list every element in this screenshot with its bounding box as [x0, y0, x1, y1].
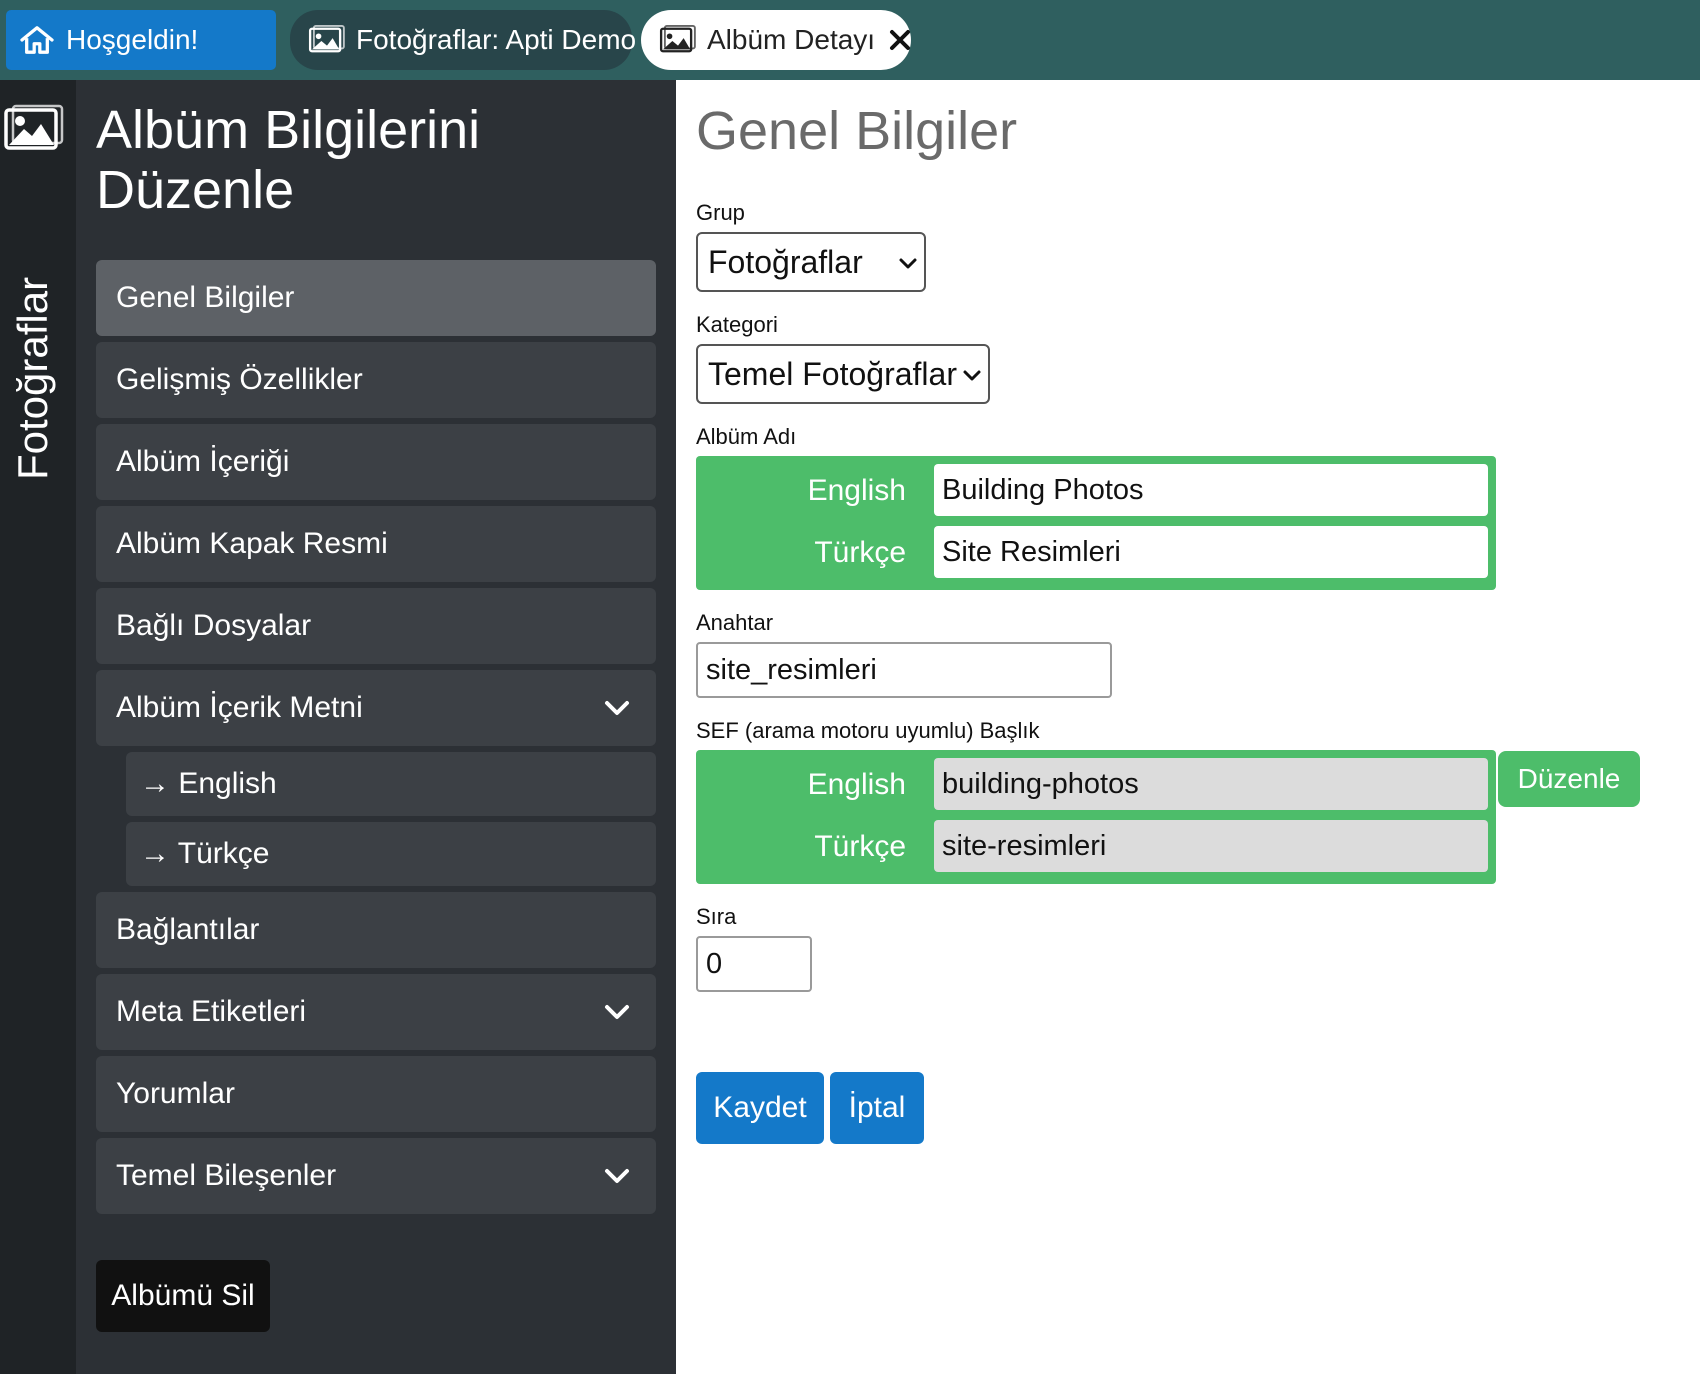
album-name-group: English Building Photos Türkçe Site Resi… — [696, 456, 1496, 590]
sef-turkish-input: site-resimleri — [934, 820, 1488, 872]
album-name-turkish-label: Türkçe — [814, 536, 906, 569]
tab-photos-label: Fotoğraflar: Apti Demo — [356, 24, 637, 55]
sef-english-label: English — [807, 768, 906, 801]
sidebar-item-album-content[interactable]: Albüm İçeriği — [96, 424, 656, 500]
sef-edit-button[interactable]: Düzenle — [1498, 751, 1640, 807]
sidebar-item-label: Bağlantılar — [116, 913, 260, 946]
sidebar: Albüm Bilgilerini Düzenle Genel Bilgiler… — [76, 80, 676, 1374]
module-label: Fotoğraflar — [9, 276, 56, 480]
tab-home[interactable]: Hoşgeldin! — [6, 10, 276, 70]
album-name-english-input[interactable]: Building Photos — [934, 464, 1488, 516]
save-button[interactable]: Kaydet — [696, 1072, 824, 1144]
tab-photos[interactable]: Fotoğraflar: Apti Demo — [290, 10, 636, 70]
sidebar-item-linked-files[interactable]: Bağlı Dosyalar — [96, 588, 656, 664]
sef-group: English building-photos Türkçe site-resi… — [696, 750, 1496, 884]
sidebar-item-label: Albüm İçerik Metni — [116, 691, 363, 724]
sidebar-item-content-text[interactable]: Albüm İçerik Metni — [96, 670, 656, 746]
sidebar-subitem-turkish[interactable]: → Türkçe — [126, 822, 656, 886]
sidebar-item-meta-tags[interactable]: Meta Etiketleri — [96, 974, 656, 1050]
chevron-down-icon — [605, 701, 629, 715]
sidebar-item-label: → English — [140, 767, 277, 800]
chevron-down-icon — [899, 258, 917, 269]
sidebar-item-label: → Türkçe — [140, 837, 270, 870]
sidebar-item-links[interactable]: Bağlantılar — [96, 892, 656, 968]
sidebar-item-advanced-properties[interactable]: Gelişmiş Özellikler — [96, 342, 656, 418]
category-select[interactable]: Temel Fotoğraflar — [696, 344, 990, 404]
group-select[interactable]: Fotoğraflar — [696, 232, 926, 292]
sidebar-subitem-english[interactable]: → English — [126, 752, 656, 816]
sef-label: SEF (arama motoru uyumlu) Başlık — [696, 718, 1040, 743]
album-name-turkish-input[interactable]: Site Resimleri — [934, 526, 1488, 578]
cancel-button[interactable]: İptal — [830, 1072, 924, 1144]
sidebar-item-comments[interactable]: Yorumlar — [96, 1056, 656, 1132]
sidebar-item-core-components[interactable]: Temel Bileşenler — [96, 1138, 656, 1214]
sidebar-item-cover-image[interactable]: Albüm Kapak Resmi — [96, 506, 656, 582]
album-name-english-label: English — [807, 474, 906, 507]
sidebar-item-label: Meta Etiketleri — [116, 995, 307, 1028]
sidebar-item-label: Yorumlar — [116, 1077, 235, 1110]
group-label: Grup — [696, 200, 745, 225]
order-input[interactable]: 0 — [696, 936, 812, 992]
album-name-label: Albüm Adı — [696, 424, 797, 449]
sidebar-title: Albüm Bilgilerini Düzenle — [96, 100, 481, 220]
module-strip: Fotoğraflar — [0, 80, 76, 1374]
sidebar-item-label: Bağlı Dosyalar — [116, 609, 312, 642]
sef-turkish-label: Türkçe — [814, 830, 906, 863]
key-label: Anahtar — [696, 610, 774, 635]
tab-detail-label: Albüm Detayı — [707, 24, 876, 55]
chevron-down-icon — [963, 370, 981, 381]
chevron-down-icon — [605, 1005, 629, 1019]
image-icon — [308, 25, 345, 53]
tab-home-label: Hoşgeldin! — [66, 24, 199, 55]
tab-album-detail[interactable]: Albüm Detayı — [641, 10, 911, 70]
sidebar-item-label: Genel Bilgiler — [116, 281, 295, 314]
home-icon — [20, 26, 54, 54]
order-label: Sıra — [696, 904, 737, 929]
tab-bar: Hoşgeldin! Fotoğraflar: Apti Demo Albüm … — [0, 0, 1700, 80]
sidebar-item-label: Temel Bileşenler — [116, 1159, 337, 1192]
delete-album-button[interactable]: Albümü Sil — [96, 1260, 270, 1332]
sidebar-item-general-info[interactable]: Genel Bilgiler — [96, 260, 656, 336]
sidebar-item-label: Albüm İçeriği — [116, 445, 290, 478]
main-form: Genel Bilgiler Grup Fotoğraflar Kategori… — [676, 80, 1700, 1374]
key-input[interactable]: site_resimleri — [696, 642, 1112, 698]
category-select-value: Temel Fotoğraflar — [708, 355, 957, 392]
sidebar-item-label: Albüm Kapak Resmi — [116, 527, 388, 560]
group-select-value: Fotoğraflar — [708, 243, 863, 280]
category-label: Kategori — [696, 312, 778, 337]
image-icon — [659, 25, 696, 53]
chevron-down-icon — [605, 1169, 629, 1183]
sidebar-item-label: Gelişmiş Özellikler — [116, 363, 363, 396]
close-icon[interactable] — [887, 27, 913, 53]
sef-english-input: building-photos — [934, 758, 1488, 810]
page-title: Genel Bilgiler — [696, 101, 1018, 161]
